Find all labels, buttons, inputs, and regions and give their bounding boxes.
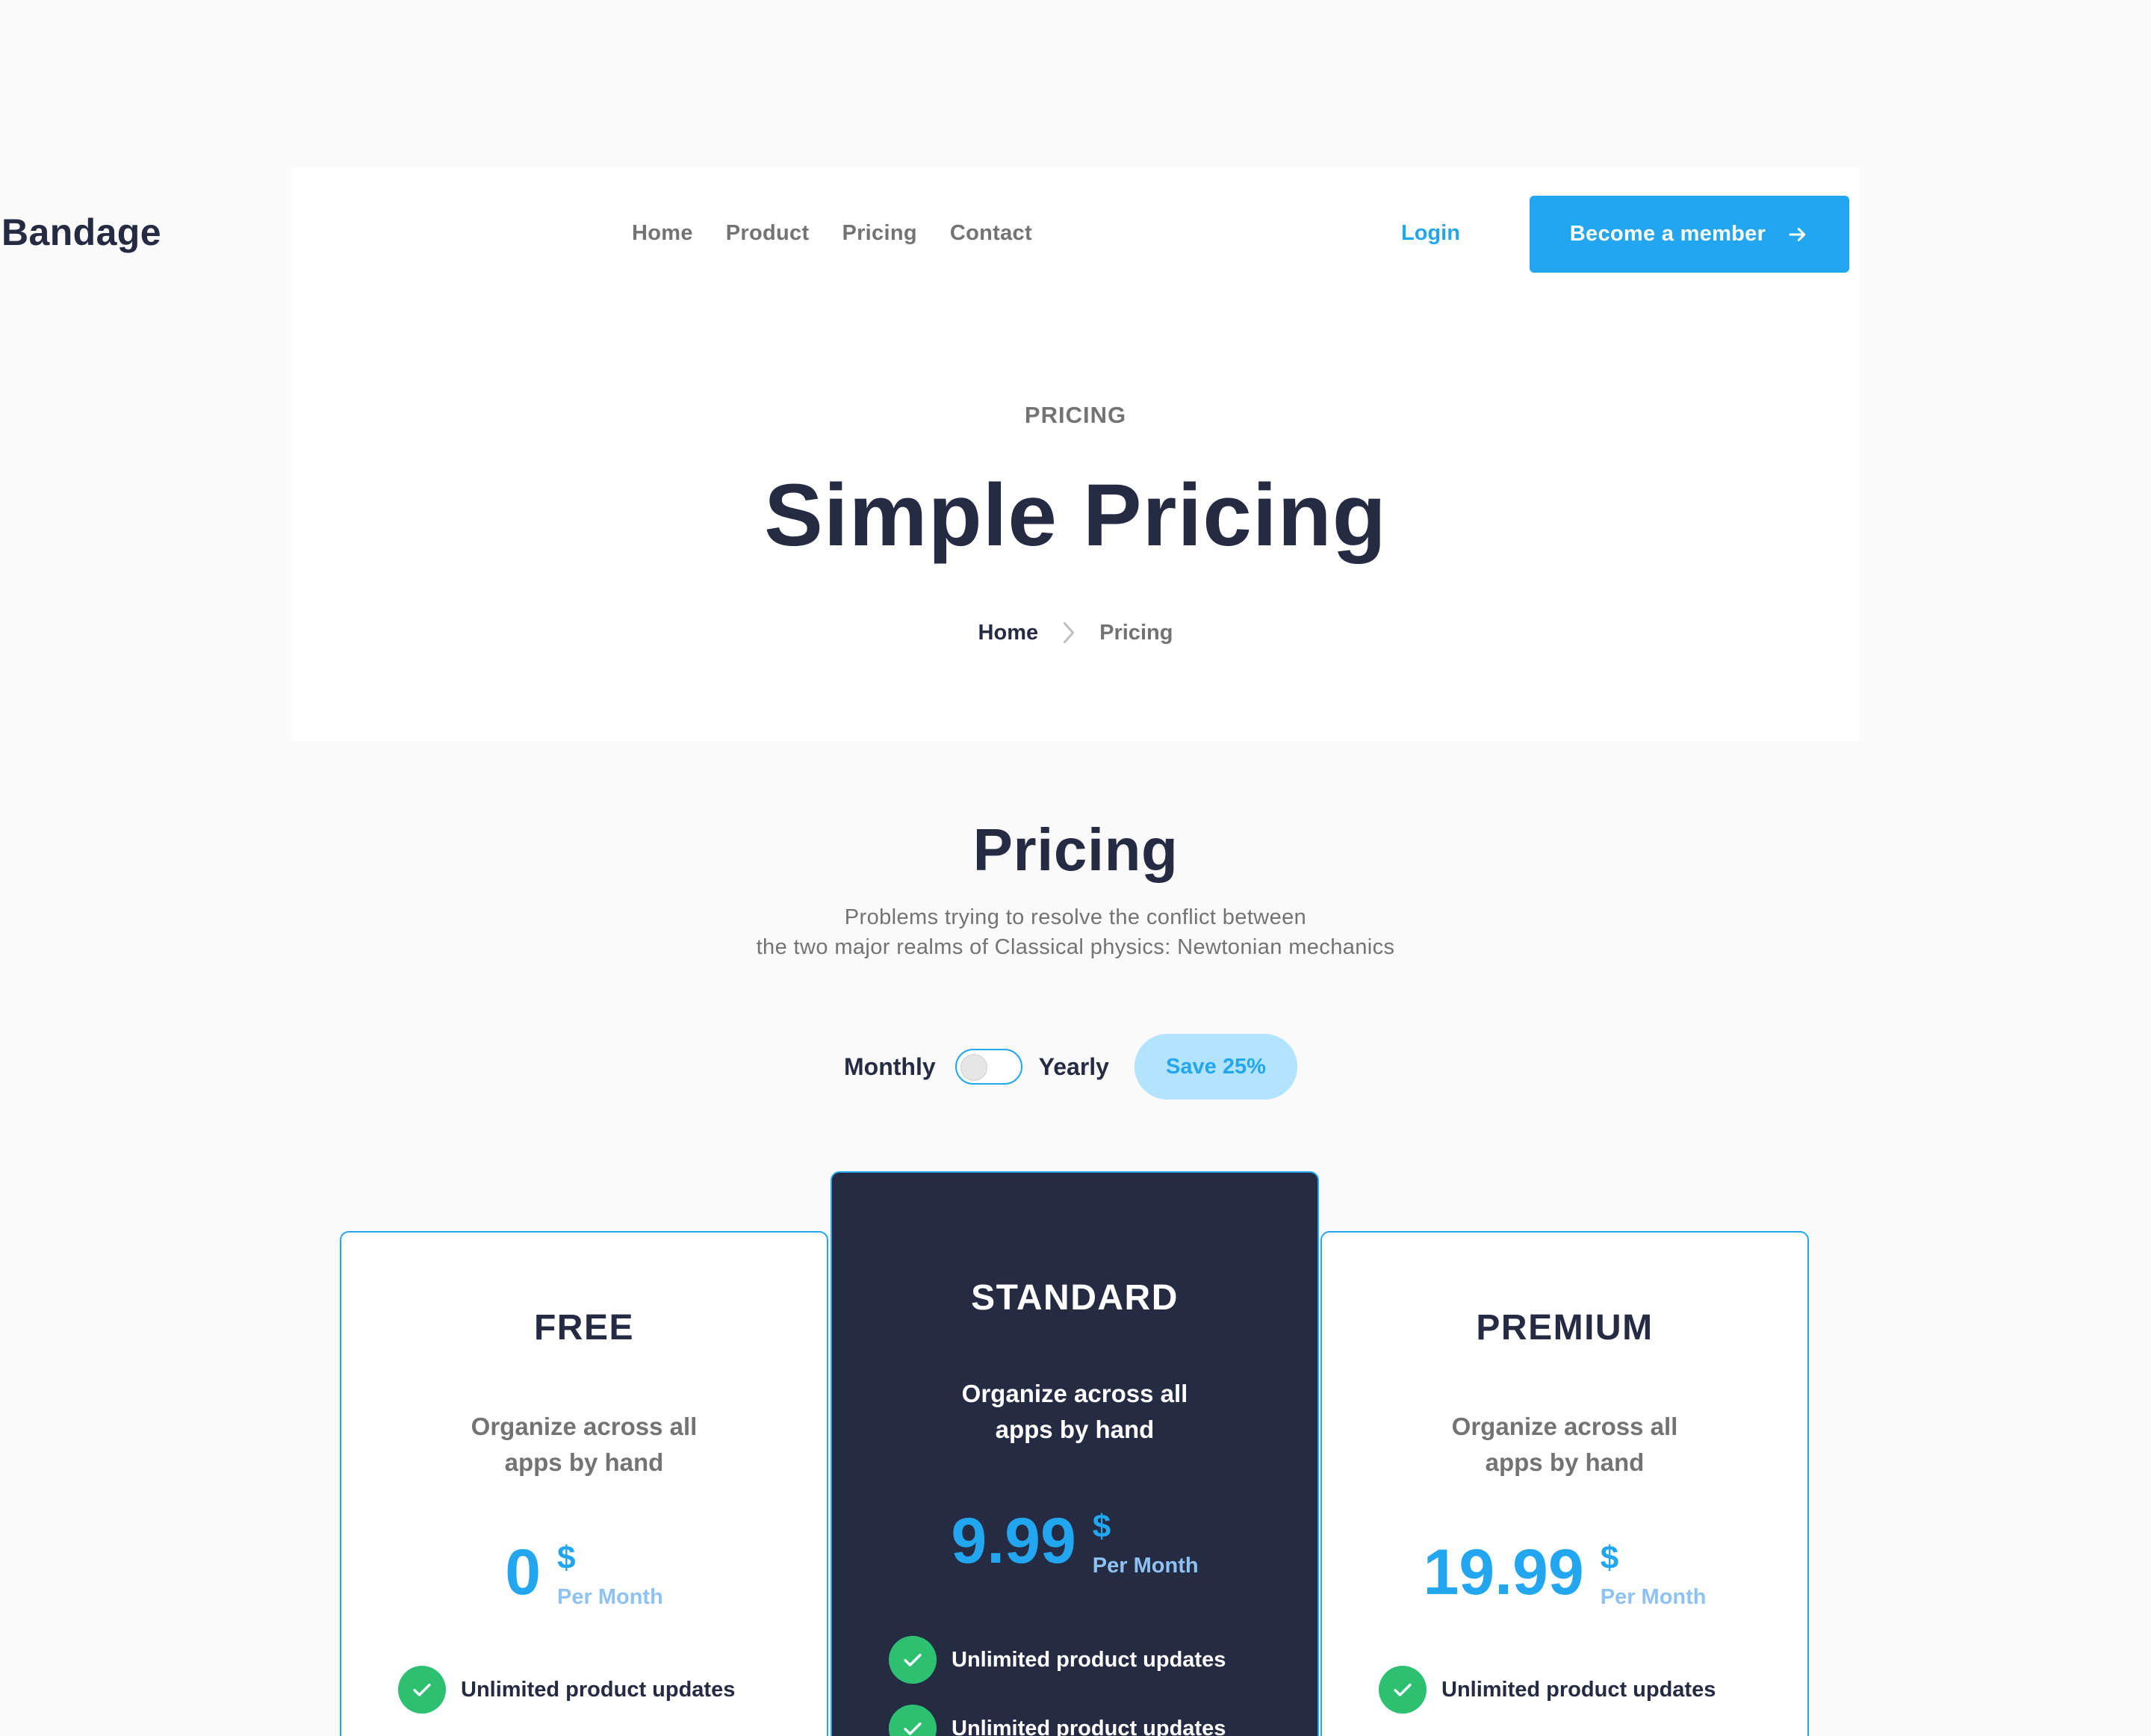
check-icon	[1379, 1666, 1427, 1714]
plan-price-meta: $ Per Month	[1601, 1539, 1707, 1610]
monthly-label: Monthly	[844, 1053, 936, 1080]
plan-currency: $	[557, 1540, 576, 1576]
pricing-title: Pricing	[972, 816, 1179, 883]
toggle-knob	[960, 1054, 987, 1081]
plan-price: 0	[505, 1537, 541, 1608]
plan-description: Organize across all apps by hand	[1322, 1409, 1807, 1481]
feature-text: Unlimited product updates	[461, 1677, 736, 1702]
chevron-right-icon	[1064, 621, 1075, 644]
nav-product[interactable]: Product	[726, 221, 810, 246]
billing-toggle-switch[interactable]	[955, 1049, 1022, 1085]
feature-item: Unlimited product updates	[889, 1636, 1226, 1684]
check-icon	[398, 1666, 446, 1714]
plan-price-row: 9.99 $ Per Month	[832, 1507, 1317, 1578]
yearly-label: Yearly	[1038, 1053, 1109, 1080]
feature-item: Unlimited product updates	[1379, 1666, 1716, 1714]
plan-card-free: FREE Organize across all apps by hand 0 …	[340, 1231, 828, 1736]
become-member-label: Become a member	[1569, 222, 1766, 246]
plan-description-line-1: Organize across all	[1451, 1413, 1678, 1440]
nav-pricing[interactable]: Pricing	[842, 221, 916, 246]
feature-text: Unlimited product updates	[1441, 1677, 1716, 1702]
plan-price: 19.99	[1423, 1537, 1584, 1608]
breadcrumb-home[interactable]: Home	[978, 621, 1039, 645]
plan-currency: $	[1092, 1508, 1111, 1545]
plan-description-line-2: apps by hand	[995, 1416, 1155, 1443]
logo[interactable]: Bandage	[1, 211, 161, 254]
main-nav: Home Product Pricing Contact	[632, 221, 1032, 246]
hero-eyebrow: PRICING	[1024, 402, 1127, 428]
plan-description-line-1: Organize across all	[961, 1380, 1188, 1407]
feature-item: Unlimited product updates	[398, 1666, 735, 1714]
plan-description: Organize across all apps by hand	[832, 1376, 1317, 1448]
plan-features: Unlimited product updates	[398, 1666, 735, 1735]
plan-description: Organize across all apps by hand	[341, 1409, 827, 1481]
plan-features: Unlimited product updates Unlimited prod…	[889, 1636, 1226, 1736]
plan-name: PREMIUM	[1476, 1308, 1654, 1348]
plan-price-meta: $ Per Month	[1093, 1507, 1199, 1578]
plan-period: Per Month	[1600, 1585, 1707, 1609]
save-badge: Save 25%	[1134, 1034, 1297, 1100]
check-icon	[889, 1636, 937, 1684]
login-link[interactable]: Login	[1401, 221, 1460, 246]
plan-name: STANDARD	[971, 1278, 1179, 1318]
pricing-description-line-1: Problems trying to resolve the conflict …	[844, 905, 1307, 929]
plan-price-row: 0 $ Per Month	[341, 1539, 827, 1610]
plan-period: Per Month	[1092, 1554, 1199, 1578]
plan-price-row: 19.99 $ Per Month	[1322, 1539, 1807, 1610]
feature-text: Unlimited product updates	[952, 1647, 1226, 1672]
plan-card-premium: PREMIUM Organize across all apps by hand…	[1320, 1231, 1809, 1736]
plan-currency: $	[1600, 1540, 1619, 1576]
feature-text: Unlimited product updates	[952, 1716, 1226, 1736]
plan-description-line-2: apps by hand	[504, 1448, 664, 1476]
page: Bandage Home Product Pricing Contact Log…	[0, 0, 2151, 1736]
become-member-button[interactable]: Become a member	[1530, 196, 1849, 273]
plan-price: 9.99	[951, 1505, 1076, 1577]
plan-name: FREE	[533, 1308, 634, 1348]
plan-description-line-1: Organize across all	[471, 1413, 698, 1440]
plan-card-standard: STANDARD Organize across all apps by han…	[831, 1171, 1319, 1736]
plan-description-line-2: apps by hand	[1485, 1448, 1645, 1476]
pricing-description: Problems trying to resolve the conflict …	[0, 902, 2151, 962]
arrow-right-icon	[1789, 227, 1806, 241]
billing-toggle-row: Monthly Yearly Save 25%	[844, 1034, 1297, 1100]
breadcrumb: Home Pricing	[0, 620, 2151, 645]
nav-contact[interactable]: Contact	[950, 221, 1032, 246]
breadcrumb-current: Pricing	[1099, 620, 1173, 645]
pricing-description-line-2: the two major realms of Classical physic…	[756, 935, 1395, 959]
plan-features: Unlimited product updates	[1379, 1666, 1716, 1735]
plan-price-meta: $ Per Month	[557, 1539, 663, 1610]
feature-item: Unlimited product updates	[889, 1705, 1226, 1736]
plan-period: Per Month	[557, 1585, 663, 1609]
nav-home[interactable]: Home	[632, 221, 693, 246]
page-title: Simple Pricing	[764, 466, 1387, 565]
check-icon	[889, 1705, 937, 1736]
